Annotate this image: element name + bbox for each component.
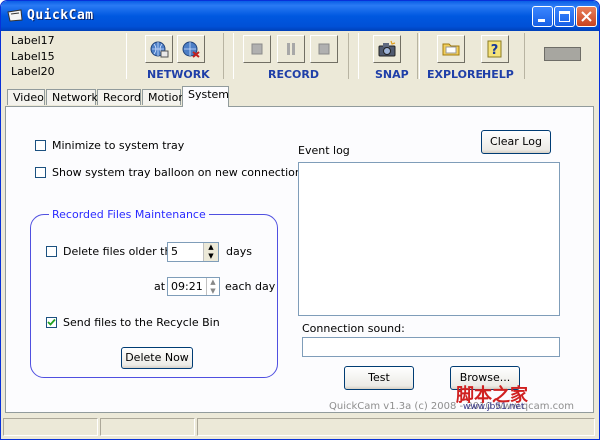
label20: Label20 [11, 65, 55, 78]
record-group-label: RECORD [268, 68, 320, 81]
days-spinner[interactable]: 5 ▲ ▼ [167, 242, 219, 262]
label17: Label17 [11, 34, 55, 47]
time-down-icon[interactable]: ▼ [207, 287, 219, 296]
time-spinner[interactable]: 09:21 ▲ ▼ [167, 277, 220, 296]
time-value: 09:21 [171, 280, 203, 293]
checkmark-icon [47, 318, 56, 326]
minimize-to-tray-label: Minimize to system tray [52, 139, 185, 152]
delete-now-button[interactable]: Delete Now [121, 347, 193, 369]
delete-older-checkbox[interactable] [46, 246, 57, 257]
test-button[interactable]: Test [344, 366, 414, 390]
help-group-label: HELP [482, 68, 514, 81]
globe-disconnect-icon [182, 41, 200, 58]
minimize-button[interactable] [532, 6, 553, 27]
event-log-label: Event log [298, 144, 350, 157]
spin-down-icon[interactable]: ▼ [204, 252, 218, 261]
connection-sound-label: Connection sound: [302, 322, 405, 335]
maximize-button[interactable] [554, 6, 575, 27]
snap-button[interactable] [373, 35, 401, 63]
recycle-checkbox[interactable] [46, 317, 57, 328]
connection-sound-input[interactable] [302, 337, 560, 357]
tab-system[interactable]: System [182, 86, 229, 107]
spin-up-icon[interactable]: ▲ [204, 243, 218, 252]
tray-balloon-label: Show system tray balloon on new connecti… [52, 166, 302, 179]
clear-log-button[interactable]: Clear Log [481, 130, 551, 154]
app-icon [7, 9, 23, 22]
status-cell-2 [100, 418, 195, 436]
globe-connect-icon [150, 41, 169, 58]
tray-balloon-checkbox[interactable] [35, 167, 46, 178]
close-button[interactable] [576, 6, 597, 27]
snap-group-label: SNAP [375, 68, 409, 81]
help-icon: ? [487, 40, 502, 58]
window-title: QuickCam [27, 8, 94, 23]
camera-icon [378, 40, 396, 57]
each-day-label: each day [225, 280, 276, 293]
days-unit: days [226, 245, 252, 258]
record-icon [251, 43, 263, 55]
event-log-box[interactable] [298, 162, 560, 316]
pause-button[interactable] [277, 35, 305, 63]
network-group-label: NETWORK [147, 68, 210, 81]
svg-text:?: ? [491, 43, 499, 58]
pause-icon [287, 43, 295, 55]
time-up-icon[interactable]: ▲ [207, 278, 219, 287]
explore-button[interactable] [437, 35, 465, 63]
label15: Label15 [11, 50, 55, 63]
status-indicator [544, 47, 581, 61]
app-window: QuickCam Label17 Label15 Label20 NETWORK [0, 0, 600, 440]
tab-video[interactable]: Video [7, 89, 45, 105]
explore-group-label: EXPLORE [427, 68, 484, 81]
maintenance-group-title: Recorded Files Maintenance [49, 208, 209, 221]
stop-icon [318, 43, 330, 55]
tab-motion[interactable]: Motion [142, 89, 185, 105]
tab-record[interactable]: Record [97, 89, 141, 105]
footer-version: QuickCam v1.3a (c) 2008 - 2010 www.qcam.… [329, 401, 575, 412]
minimize-to-tray-checkbox[interactable] [35, 140, 46, 151]
help-button[interactable]: ? [481, 35, 509, 63]
watermark-url: www.jb51.net [463, 402, 525, 412]
record-button[interactable] [243, 35, 271, 63]
status-bar [1, 414, 599, 439]
status-cell-3 [197, 418, 595, 436]
tab-network[interactable]: Network [46, 89, 98, 105]
folder-icon [442, 43, 460, 56]
network-connect-button[interactable] [145, 35, 173, 63]
stop-button[interactable] [310, 35, 338, 63]
at-label: at [154, 280, 166, 293]
days-value: 5 [171, 245, 178, 258]
status-cell-1 [3, 418, 98, 436]
network-disconnect-button[interactable] [177, 35, 205, 63]
recycle-label: Send files to the Recycle Bin [63, 316, 220, 329]
title-bar[interactable]: QuickCam [1, 1, 599, 31]
